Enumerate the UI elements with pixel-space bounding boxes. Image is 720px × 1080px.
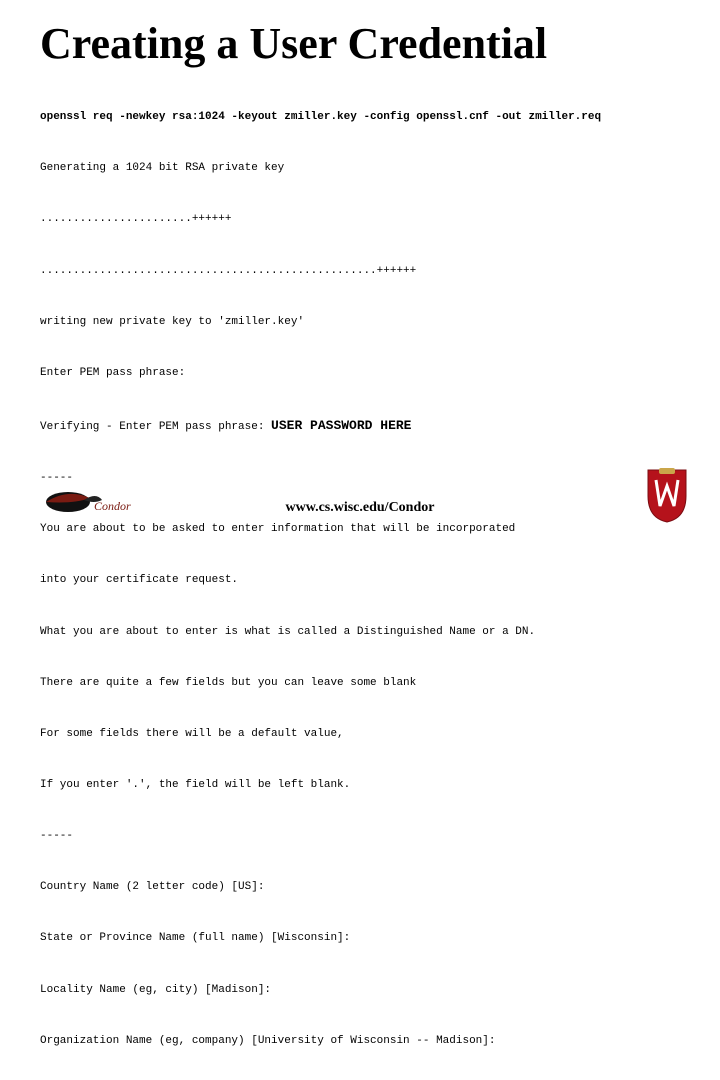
verify-value: USER PASSWORD HERE (271, 418, 411, 433)
uw-crest-logo (644, 466, 690, 524)
terminal-line: writing new private key to 'zmiller.key' (40, 314, 680, 331)
terminal-line: For some fields there will be a default … (40, 726, 680, 743)
slide: Creating a User Credential openssl req -… (0, 0, 720, 540)
terminal-line: Country Name (2 letter code) [US]: (40, 879, 680, 896)
terminal-line: There are quite a few fields but you can… (40, 675, 680, 692)
terminal-line: Organization Name (eg, company) [Univers… (40, 1033, 680, 1050)
slide-title: Creating a User Credential (40, 18, 680, 69)
terminal-command: openssl req -newkey rsa:1024 -keyout zmi… (40, 109, 680, 126)
terminal-line: State or Province Name (full name) [Wisc… (40, 930, 680, 947)
terminal-line: Generating a 1024 bit RSA private key (40, 160, 680, 177)
terminal-line: .......................++++++ (40, 211, 680, 228)
verify-prefix: Verifying - Enter PEM pass phrase: (40, 421, 271, 433)
terminal-line: What you are about to enter is what is c… (40, 624, 680, 641)
terminal-line: Enter PEM pass phrase: (40, 365, 680, 382)
terminal-line: into your certificate request. (40, 572, 680, 589)
terminal-line: ----- (40, 828, 680, 845)
terminal-line: Locality Name (eg, city) [Madison]: (40, 982, 680, 999)
terminal-verify-line: Verifying - Enter PEM pass phrase: USER … (40, 416, 680, 436)
footer: Condor www.cs.wisc.edu/Condor (0, 486, 720, 526)
terminal-block: openssl req -newkey rsa:1024 -keyout zmi… (40, 75, 680, 1080)
footer-url: www.cs.wisc.edu/Condor (0, 500, 720, 516)
terminal-line: ........................................… (40, 263, 680, 280)
terminal-line: If you enter '.', the field will be left… (40, 777, 680, 794)
